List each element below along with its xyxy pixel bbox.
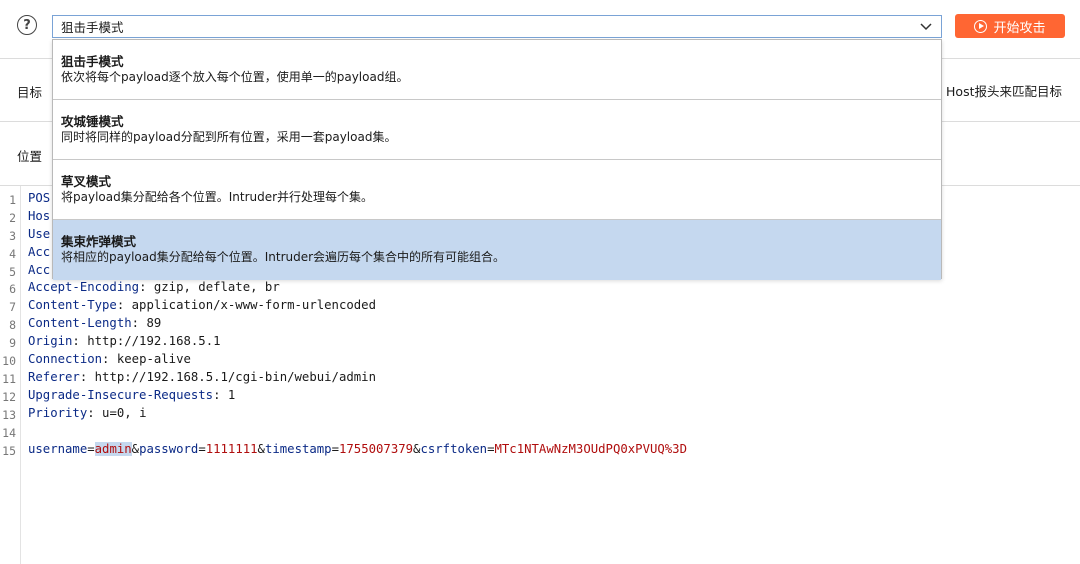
line-number: 5 (9, 265, 16, 279)
header-line: Upgrade-Insecure-Requests: 1 (28, 388, 236, 402)
start-attack-button[interactable]: 开始攻击 (955, 14, 1065, 38)
mode-option-title: 集束炸弹模式 (61, 234, 137, 249)
play-circle-icon (974, 19, 988, 33)
mode-option-desc: 将payload集分配给各个位置。Intruder并行处理每个集。 (61, 190, 374, 204)
help-icon[interactable]: ? (17, 15, 37, 35)
host-hint-text: Host报头来匹配目标 (946, 84, 1062, 99)
header-line: Accept-Encoding: gzip, deflate, br (28, 280, 280, 294)
attack-mode-dropdown: 狙击手模式 依次将每个payload逐个放入每个位置，使用单一的payload组… (52, 39, 942, 280)
start-attack-label: 开始攻击 (993, 20, 1046, 36)
line-number: 2 (9, 211, 16, 225)
target-label: 目标 (17, 85, 43, 100)
request-body-line: username=admin&password=1111111&timestam… (28, 442, 687, 456)
mode-option-desc: 同时将同样的payload分配到所有位置，采用一套payload集。 (61, 130, 397, 144)
mode-option-pitchfork[interactable]: 草叉模式 将payload集分配给各个位置。Intruder并行处理每个集。 (53, 160, 941, 220)
mode-option-title: 狙击手模式 (61, 54, 124, 69)
mode-option-desc: 将相应的payload集分配给每个位置。Intruder会遍历每个集合中的所有可… (61, 250, 506, 264)
attack-mode-value: 狙击手模式 (61, 20, 124, 35)
header-line: Acc (28, 263, 51, 277)
attack-mode-select[interactable]: 狙击手模式 (52, 15, 942, 38)
payload-position-marker: admin (94, 442, 132, 456)
chevron-down-icon (920, 23, 932, 31)
mode-option-title: 草叉模式 (61, 174, 112, 189)
line-number: 7 (9, 300, 16, 314)
line-number: 4 (9, 247, 16, 261)
mode-option-battering-ram[interactable]: 攻城锤模式 同时将同样的payload分配到所有位置，采用一套payload集。 (53, 100, 941, 160)
gutter-divider (20, 186, 21, 564)
request-line: POS (28, 191, 51, 205)
header-line: Referer: http://192.168.5.1/cgi-bin/webu… (28, 370, 376, 384)
line-number: 15 (2, 444, 16, 458)
line-number: 1 (9, 193, 16, 207)
mode-option-cluster-bomb[interactable]: 集束炸弹模式 将相应的payload集分配给每个位置。Intruder会遍历每个… (53, 220, 941, 280)
mode-option-sniper[interactable]: 狙击手模式 依次将每个payload逐个放入每个位置，使用单一的payload组… (53, 40, 941, 100)
mode-option-title: 攻城锤模式 (61, 114, 124, 129)
header-line: Origin: http://192.168.5.1 (28, 334, 221, 348)
header-line: Connection: keep-alive (28, 352, 191, 366)
line-number: 11 (2, 372, 16, 386)
header-line: Acc (28, 245, 51, 259)
line-number: 3 (9, 229, 16, 243)
header-line: Use (28, 227, 51, 241)
line-number: 10 (2, 354, 16, 368)
line-number: 6 (9, 282, 16, 296)
line-number: 9 (9, 336, 16, 350)
mode-option-desc: 依次将每个payload逐个放入每个位置，使用单一的payload组。 (61, 70, 409, 84)
line-number: 13 (2, 408, 16, 422)
header-line: Hos (28, 209, 51, 223)
line-number: 8 (9, 318, 16, 332)
header-line: Content-Type: application/x-www-form-url… (28, 298, 376, 312)
header-line: Content-Length: 89 (28, 316, 162, 330)
line-number: 12 (2, 390, 16, 404)
positions-label: 位置 (17, 149, 43, 164)
line-number: 14 (2, 426, 16, 440)
header-line: Priority: u=0, i (28, 406, 147, 420)
